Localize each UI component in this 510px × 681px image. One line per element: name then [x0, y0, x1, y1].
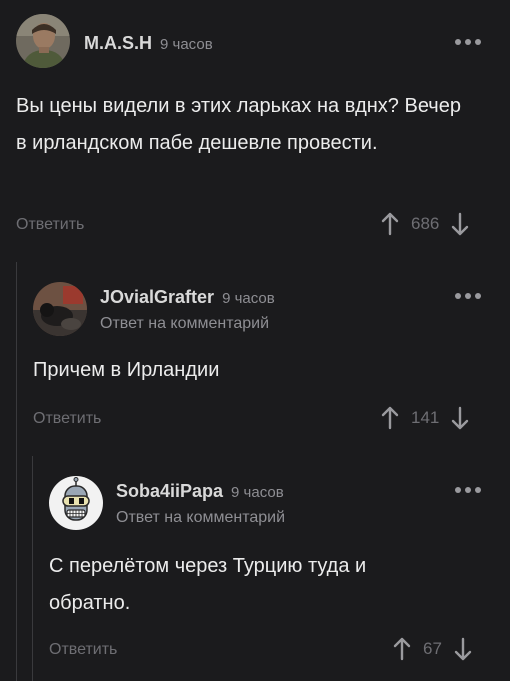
comment-2-time: 9 часов [222, 290, 275, 307]
comment-3-author[interactable]: Soba4iiPapa 9 часов [116, 481, 284, 502]
cats-photo-avatar[interactable] [33, 282, 87, 336]
soldier-portrait-avatar[interactable] [16, 14, 70, 68]
comment-1-votes: 686 [381, 212, 469, 236]
comment-1-reply-button[interactable]: Ответить [16, 216, 84, 234]
thread-line-level-1 [16, 262, 17, 681]
more-dots-icon[interactable] [455, 39, 481, 45]
comment-2-reply-to[interactable]: Ответ на комментарий [100, 315, 269, 333]
comment-3-reply-button[interactable]: Ответить [49, 641, 117, 659]
author-name[interactable]: Soba4iiPapa [116, 481, 223, 501]
comment-3-votes: 67 [393, 637, 472, 661]
comment-2-author[interactable]: JOvialGrafter 9 часов [100, 287, 275, 308]
comment-1-time: 9 часов [160, 36, 213, 53]
vote-count: 686 [411, 214, 440, 233]
more-dots-icon[interactable] [455, 487, 481, 493]
arrow-down-icon[interactable] [451, 212, 469, 236]
comment-3-text: С перелётом через Турцию туда и обратно. [49, 555, 367, 614]
comment-3-time: 9 часов [231, 484, 284, 501]
arrow-up-icon[interactable] [381, 406, 399, 430]
thread-line-level-2 [32, 456, 33, 681]
comment-2-text: Причем в Ирландии [33, 359, 220, 381]
comment-2-votes: 141 [381, 406, 469, 430]
vote-count: 67 [423, 639, 442, 658]
comment-1-text: Вы цены видели в этих ларьках на вднх? В… [16, 95, 461, 154]
comment-2-reply-button[interactable]: Ответить [33, 410, 101, 428]
arrow-down-icon[interactable] [451, 406, 469, 430]
vote-count: 141 [411, 408, 440, 427]
arrow-up-icon[interactable] [393, 637, 411, 661]
bender-robot-avatar[interactable] [49, 476, 103, 530]
author-name[interactable]: M.A.S.H [84, 33, 152, 53]
arrow-down-icon[interactable] [454, 637, 472, 661]
comment-1-author[interactable]: M.A.S.H 9 часов [84, 33, 213, 54]
arrow-up-icon[interactable] [381, 212, 399, 236]
more-dots-icon[interactable] [455, 293, 481, 299]
author-name[interactable]: JOvialGrafter [100, 287, 214, 307]
comment-3-reply-to[interactable]: Ответ на комментарий [116, 509, 285, 527]
